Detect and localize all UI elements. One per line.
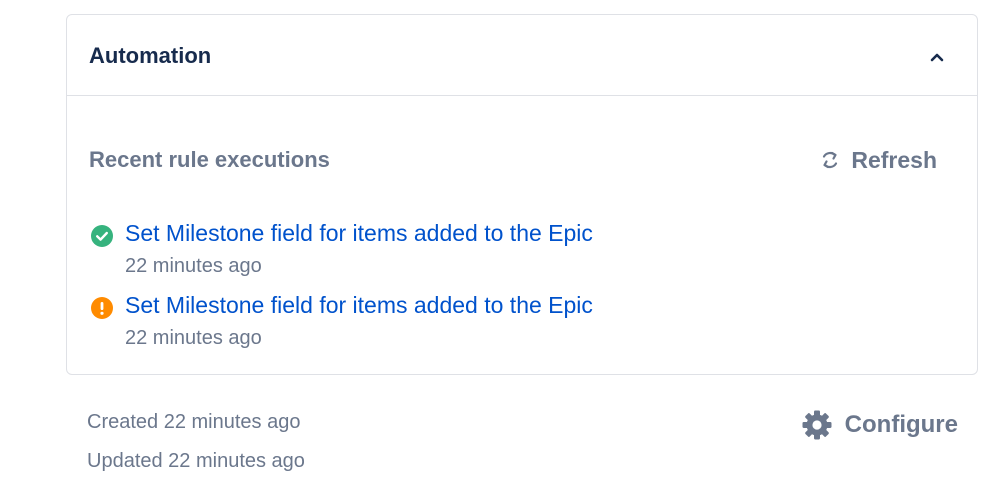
- rule-link[interactable]: Set Milestone field for items added to t…: [125, 290, 593, 320]
- execution-time: 22 minutes ago: [125, 255, 262, 277]
- recent-executions-title: Recent rule executions: [89, 147, 330, 172]
- configure-label: Configure: [844, 411, 958, 438]
- chevron-up-icon: [930, 53, 944, 62]
- execution-time: 22 minutes ago: [125, 327, 262, 349]
- rule-link[interactable]: Set Milestone field for items added to t…: [125, 218, 593, 248]
- updated-timestamp: Updated 22 minutes ago: [87, 450, 305, 472]
- refresh-button[interactable]: Refresh: [819, 146, 937, 174]
- gear-icon: [802, 410, 832, 440]
- warning-icon: [91, 297, 113, 319]
- refresh-label: Refresh: [851, 147, 937, 173]
- automation-panel: Automation Recent rule executions Refres…: [66, 14, 978, 375]
- configure-button[interactable]: Configure: [801, 409, 958, 441]
- execution-item: Set Milestone field for items added to t…: [89, 290, 789, 352]
- refresh-icon: [823, 151, 838, 169]
- execution-item: Set Milestone field for items added to t…: [89, 218, 789, 280]
- panel-title: Automation: [89, 43, 212, 68]
- success-check-icon: [91, 225, 113, 247]
- created-timestamp: Created 22 minutes ago: [87, 411, 301, 433]
- collapse-button[interactable]: [923, 43, 951, 71]
- automation-panel-header[interactable]: Automation: [67, 15, 977, 96]
